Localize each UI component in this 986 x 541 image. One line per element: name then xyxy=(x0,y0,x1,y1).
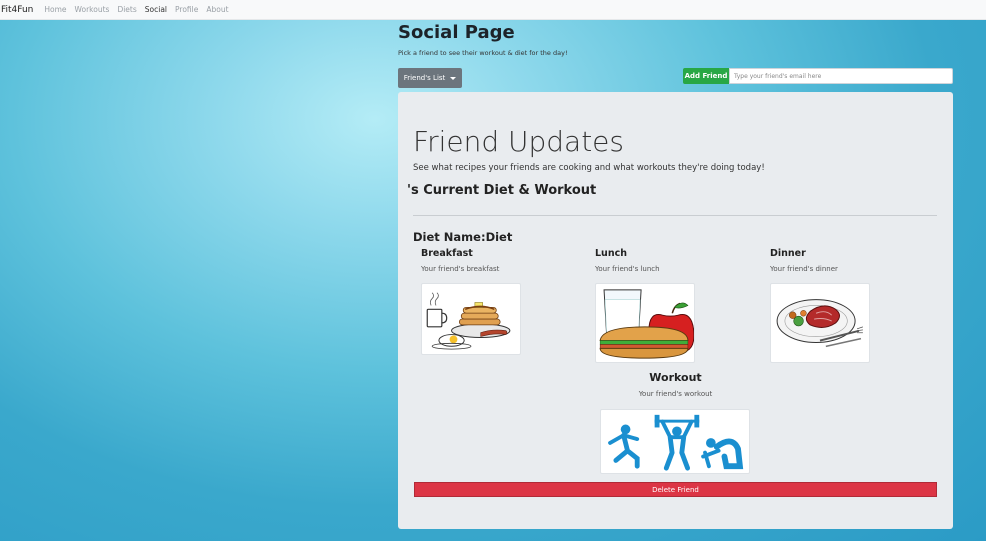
caret-down-icon xyxy=(450,76,457,80)
friends-list-label: Friend's List xyxy=(403,74,446,82)
workout-title: Workout xyxy=(649,371,702,384)
nav-profile[interactable]: Profile xyxy=(175,5,198,14)
divider xyxy=(413,215,937,216)
lunch-desc: Your friend's lunch xyxy=(595,265,660,273)
dinner-desc: Your friend's dinner xyxy=(770,265,838,273)
friends-list-dropdown[interactable]: Friend's List xyxy=(398,68,462,88)
dinner-image xyxy=(770,283,870,363)
dinner-title: Dinner xyxy=(770,248,806,259)
add-friend-button[interactable]: Add Friend xyxy=(683,68,729,84)
breakfast-image xyxy=(421,283,521,355)
page-subtitle: Pick a friend to see their workout & die… xyxy=(398,49,568,57)
friend-updates-card: Friend Updates See what recipes your fri… xyxy=(398,92,953,529)
workout-image xyxy=(600,409,750,474)
lunch-image xyxy=(595,283,695,363)
delete-friend-button[interactable]: Delete Friend xyxy=(414,482,937,497)
top-navbar: Fit4Fun Home Workouts Diets Social Profi… xyxy=(0,0,986,20)
nav-home[interactable]: Home xyxy=(44,5,66,14)
diet-name-value: Diet xyxy=(485,230,513,244)
workout-desc: Your friend's workout xyxy=(638,390,713,398)
lunch-title: Lunch xyxy=(595,248,627,259)
nav-diets[interactable]: Diets xyxy=(117,5,136,14)
page-title: Social Page xyxy=(398,22,515,43)
brand-logo[interactable]: Fit4Fun xyxy=(1,5,33,15)
nav-about[interactable]: About xyxy=(206,5,228,14)
friend-updates-title: Friend Updates xyxy=(413,125,624,158)
diet-name-heading: Diet Name: Diet xyxy=(413,230,512,244)
nav-workouts[interactable]: Workouts xyxy=(75,5,110,14)
current-diet-workout-heading: 's Current Diet & Workout xyxy=(407,183,597,198)
diet-name-label: Diet Name: xyxy=(413,230,486,244)
nav-social[interactable]: Social xyxy=(145,5,167,14)
email-placeholder: Type your friend's email here xyxy=(734,72,822,80)
friend-email-input[interactable]: Type your friend's email here xyxy=(729,68,953,84)
breakfast-title: Breakfast xyxy=(421,248,473,259)
breakfast-desc: Your friend's breakfast xyxy=(421,265,500,273)
friend-updates-subtitle: See what recipes your friends are cookin… xyxy=(413,163,765,173)
